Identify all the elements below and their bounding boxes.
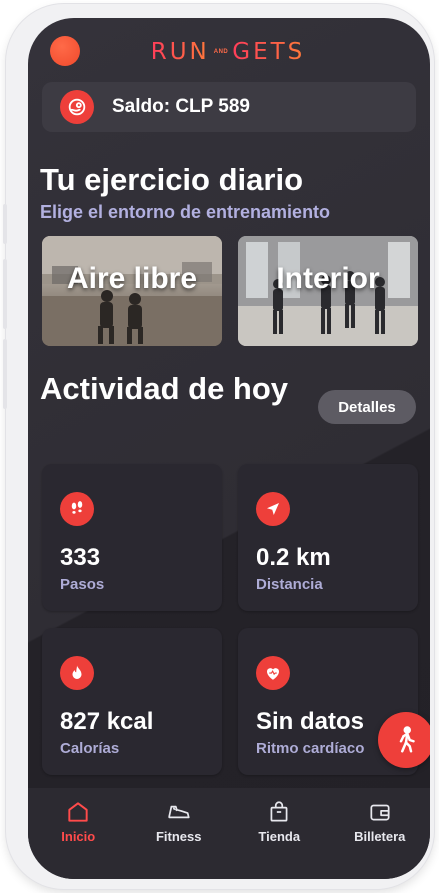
app-logo: RUN AND GETS xyxy=(138,38,318,66)
stat-value: 827 kcal xyxy=(60,708,154,735)
footprints-icon xyxy=(60,492,94,526)
stat-card-calories[interactable]: 827 kcal Calorías xyxy=(42,628,222,775)
flame-icon xyxy=(60,656,94,690)
tab-label: Fitness xyxy=(155,829,202,844)
wallet-icon xyxy=(370,804,390,821)
stat-value: 0.2 km xyxy=(256,544,331,571)
details-button[interactable]: Detalles xyxy=(318,390,416,424)
stat-label: Calorías xyxy=(60,740,120,757)
shopping-bag-icon xyxy=(270,801,288,822)
indoor-card[interactable]: Interior xyxy=(238,236,418,346)
logo-text-run: RUN xyxy=(150,39,210,65)
navigation-arrow-icon xyxy=(256,492,290,526)
home-icon xyxy=(68,802,88,822)
tab-home[interactable]: Inicio xyxy=(28,788,129,879)
tab-label: Inicio xyxy=(61,829,96,844)
bottom-tab-bar: Inicio Fitness Tienda Billetera xyxy=(28,788,430,879)
stat-label: Distancia xyxy=(256,576,323,593)
activity-title: Actividad de hoy xyxy=(40,371,289,406)
walk-fab-button[interactable] xyxy=(378,712,430,768)
stat-label: Pasos xyxy=(60,576,105,593)
side-button xyxy=(3,259,7,329)
shoe-icon xyxy=(168,805,190,819)
balance-text: Saldo: CLP 589 xyxy=(112,96,250,117)
outdoor-label: Aire libre xyxy=(66,262,198,295)
side-button xyxy=(3,204,7,244)
profile-dot[interactable] xyxy=(50,36,80,66)
outdoor-card[interactable]: Aire libre xyxy=(42,236,222,346)
heart-pulse-icon xyxy=(256,656,290,690)
logo-text-and: AND xyxy=(213,49,229,55)
stat-value: 333 xyxy=(60,544,101,571)
tab-store[interactable]: Tienda xyxy=(229,788,330,879)
app-screen: RUN AND GETS Saldo: CLP 589 Tu ejercicio… xyxy=(28,18,430,879)
tab-label: Billetera xyxy=(354,829,406,844)
indoor-label: Interior xyxy=(276,262,380,295)
section-title: Tu ejercicio diario xyxy=(40,162,304,197)
walking-person-icon xyxy=(399,726,415,753)
stat-card-distance[interactable]: 0.2 km Distancia xyxy=(238,464,418,611)
stat-value: Sin datos xyxy=(256,708,365,735)
phone-frame: RUN AND GETS Saldo: CLP 589 Tu ejercicio… xyxy=(3,4,434,889)
section-subtitle: Elige el entorno de entrenamiento xyxy=(40,202,331,222)
stat-card-steps[interactable]: 333 Pasos xyxy=(42,464,222,611)
tab-fitness[interactable]: Fitness xyxy=(129,788,230,879)
tab-label: Tienda xyxy=(258,829,301,844)
logo-text-gets: GETS xyxy=(232,39,306,65)
coin-hand-icon xyxy=(60,90,94,124)
tab-wallet[interactable]: Billetera xyxy=(330,788,431,879)
balance-bar[interactable]: Saldo: CLP 589 xyxy=(42,82,416,132)
stat-label: Ritmo cardíaco xyxy=(256,740,365,757)
side-button xyxy=(3,339,7,409)
